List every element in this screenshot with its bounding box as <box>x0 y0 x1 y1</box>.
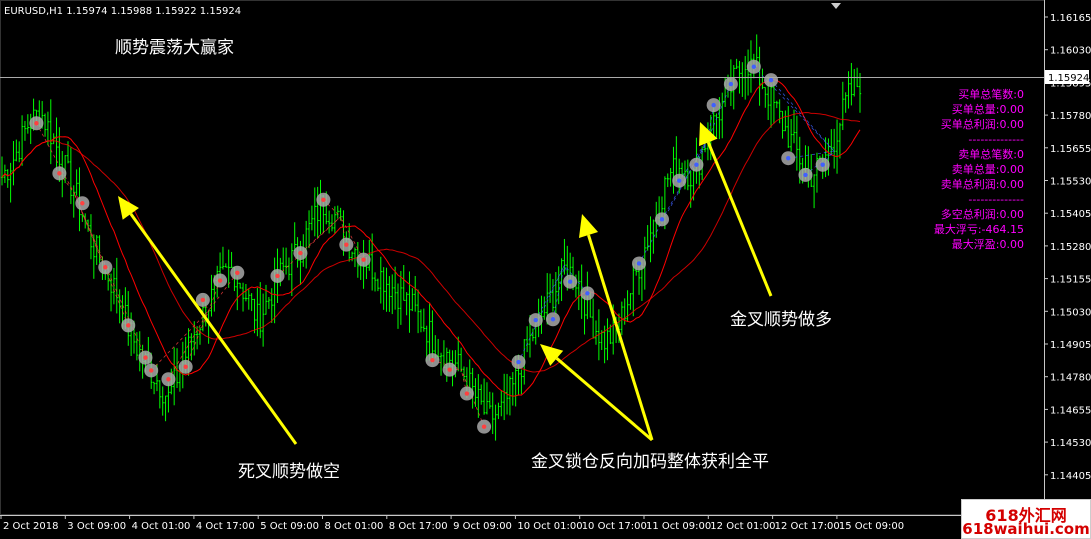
watermark-logo: 618外汇网 618waihui.com <box>961 499 1091 539</box>
trade-marker-core <box>217 278 223 283</box>
time-tick-label: 4 Oct 01:00 <box>132 521 191 532</box>
time-tick-label: 5 Oct 09:00 <box>260 521 319 532</box>
stat-max-drawdown: 最大浮亏:-464.15 <box>934 222 1024 236</box>
price-tick-label: 1.14655 <box>1050 405 1091 416</box>
annotation-lock-hedge: 金叉锁仓反向加码整体获利全平 <box>531 452 769 472</box>
trade-marker-core <box>321 197 326 202</box>
trade-marker-core <box>516 359 521 365</box>
stat-sell-profit: 卖单总利润:0.00 <box>941 177 1024 191</box>
arrow-death-cross-head <box>118 196 139 220</box>
trade-marker-core <box>275 273 280 279</box>
time-tick-label: 12 Oct 01:00 <box>710 521 775 532</box>
time-tick-label: 10 Oct 01:00 <box>517 521 582 532</box>
stat-total-profit: 多空总利润:0.00 <box>941 207 1024 221</box>
stat-separator-2: -------------- <box>968 193 1024 206</box>
arrow-golden-cross-shaft <box>706 141 773 297</box>
time-tick-label: 2 Oct 2018 <box>3 521 58 532</box>
trade-marker-core <box>803 172 808 178</box>
time-tick-label: 3 Oct 09:00 <box>67 521 126 532</box>
trade-marker-core <box>786 155 791 161</box>
trade-marker-core <box>183 364 188 370</box>
time-tick-label: 10 Oct 17:00 <box>582 521 647 532</box>
trade-marker-core <box>567 279 573 284</box>
trade-marker-core <box>694 162 699 167</box>
stat-sell-volume: 卖单总量:0.00 <box>952 162 1024 176</box>
price-tick-label: 1.16030 <box>1050 46 1091 57</box>
price-tick-label: 1.15155 <box>1050 275 1091 286</box>
time-tick-label: 11 Oct 09:00 <box>646 521 711 532</box>
stat-separator-1: -------------- <box>968 133 1024 146</box>
trade-marker-core <box>149 368 154 373</box>
trade-marker-core <box>200 297 206 303</box>
time-tick-label: 9 Oct 09:00 <box>453 521 512 532</box>
price-tick-label: 1.15280 <box>1050 242 1091 253</box>
trade-marker-core <box>464 391 470 396</box>
price-chart[interactable]: 1.161651.160301.158951.157801.156551.155… <box>0 0 1091 539</box>
watermark-line2: 618waihui.com <box>962 520 1090 538</box>
time-tick-label: 15 Oct 09:00 <box>839 521 904 532</box>
trade-marker-core <box>57 171 62 176</box>
trade-marker-core <box>728 81 734 87</box>
stat-sell-count: 卖单总笔数:0 <box>958 147 1024 161</box>
trade-marker-core <box>361 257 366 262</box>
time-axis: 2 Oct 2018 3 Oct 09:00 4 Oct 01:00 4 Oct 17… <box>0 515 904 532</box>
stats-panel: 买单总笔数:0 买单总量:0.00 买单总利润:0.00 -----------… <box>934 87 1024 251</box>
trade-marker-core <box>768 77 774 83</box>
price-tick-label: 1.16165 <box>1050 13 1091 24</box>
trade-marker-core <box>430 357 435 363</box>
price-tick-label: 1.15780 <box>1050 111 1091 122</box>
price-tick-label: 1.15530 <box>1050 177 1091 188</box>
chart-header: EURUSD,H1 1.15974 1.15988 1.15922 1.1592… <box>4 6 241 17</box>
stat-buy-volume: 买单总量:0.00 <box>952 102 1024 116</box>
time-tick-label: 8 Oct 17:00 <box>389 521 448 532</box>
trade-marker-core <box>677 178 682 183</box>
price-tick-label: 1.14780 <box>1050 373 1091 384</box>
arrow-lock-left-shaft <box>555 357 653 442</box>
trade-marker-core <box>166 377 171 382</box>
price-tick-label: 1.14905 <box>1050 340 1091 351</box>
trade-markers-layer[interactable] <box>29 59 830 434</box>
chart-shift-marker-icon[interactable] <box>831 3 841 9</box>
trade-marker-core <box>481 424 487 429</box>
trade-marker-core <box>659 217 665 222</box>
time-tick-label: 12 Oct 17:00 <box>775 521 840 532</box>
trade-marker-core <box>344 242 349 247</box>
arrow-lock-right-head <box>578 214 599 238</box>
trade-marker-core <box>533 317 538 323</box>
stat-buy-profit: 买单总利润:0.00 <box>941 117 1024 131</box>
price-tick-label: 1.15655 <box>1050 144 1091 155</box>
current-price-label: 1.15924 <box>1048 73 1089 84</box>
trade-marker-core <box>447 367 452 372</box>
trade-marker-core <box>636 261 642 266</box>
candles-layer <box>0 34 862 441</box>
ea-title: 顺势震荡大赢家 <box>115 38 234 58</box>
trade-marker-core <box>143 355 148 360</box>
trade-marker-core <box>103 265 108 270</box>
trade-marker-core <box>711 102 716 108</box>
annotation-golden-cross: 金叉顺势做多 <box>730 310 832 330</box>
arrow-death-cross-shaft <box>129 212 298 445</box>
trade-link-line <box>770 79 835 152</box>
time-tick-label: 8 Oct 01:00 <box>325 521 384 532</box>
trade-marker-core <box>585 291 590 296</box>
price-tick-label: 1.15030 <box>1050 307 1091 318</box>
trade-marker-core <box>34 121 39 126</box>
trade-marker-core <box>550 317 556 322</box>
chart-window[interactable]: 1.161651.160301.158951.157801.156551.155… <box>0 0 1091 539</box>
trade-marker-core <box>751 64 757 69</box>
trade-marker-core <box>298 250 303 256</box>
price-tick-label: 1.15405 <box>1050 209 1091 220</box>
trade-marker-core <box>235 270 240 275</box>
stat-buy-count: 买单总笔数:0 <box>958 87 1024 101</box>
annotation-death-cross: 死叉顺势做空 <box>238 462 340 482</box>
trade-marker-core <box>126 323 131 328</box>
price-tick-label: 1.14405 <box>1050 471 1091 482</box>
time-tick-label: 4 Oct 17:00 <box>196 521 255 532</box>
trade-marker-core <box>80 201 85 206</box>
trade-marker-core <box>820 162 825 167</box>
stat-max-floating-profit: 最大浮盈:0.00 <box>952 237 1024 251</box>
price-tick-label: 1.14530 <box>1050 438 1091 449</box>
